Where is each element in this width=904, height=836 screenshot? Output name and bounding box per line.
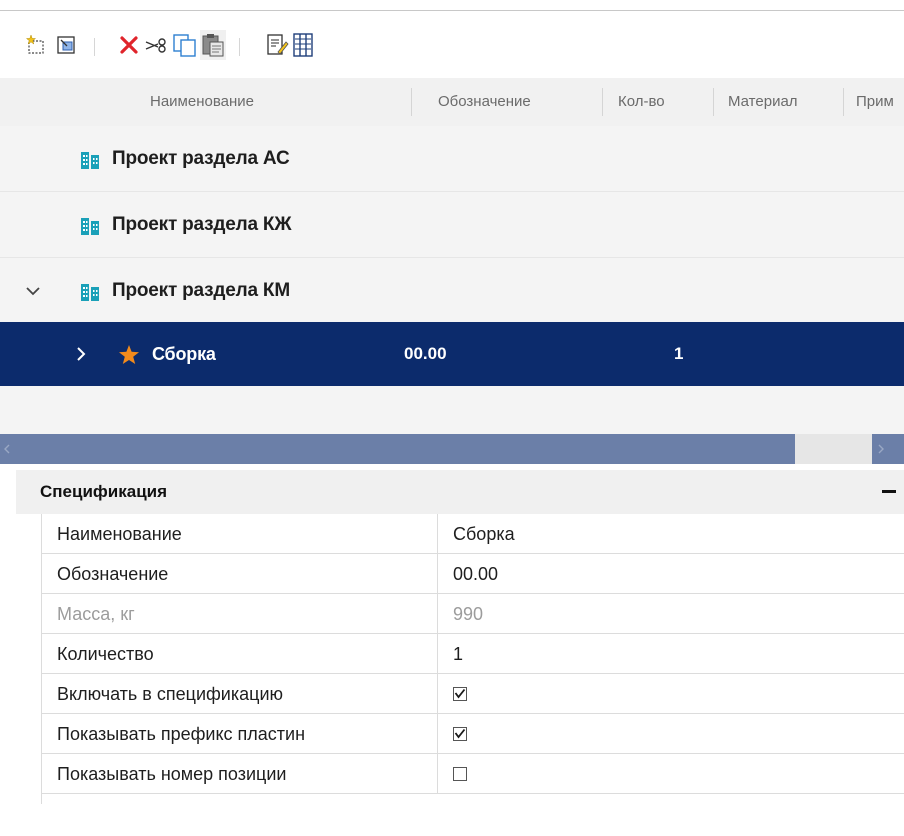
- property-row-include-in-spec[interactable]: Включать в спецификацию: [41, 674, 904, 714]
- toolbar-separator: [94, 38, 95, 56]
- column-quantity-header[interactable]: Кол-во: [618, 78, 665, 126]
- grid-column-divider: [437, 594, 438, 634]
- grid-column-divider: [437, 514, 438, 554]
- tree-row-label: Проект раздела АС: [112, 148, 290, 169]
- property-row-name[interactable]: Наименование Сборка: [41, 514, 904, 554]
- column-header: Наименование Обозначение Кол-во Материал…: [0, 78, 904, 126]
- property-label: Показывать номер позиции: [57, 764, 287, 784]
- property-label: Наименование: [57, 524, 182, 544]
- tree-row-assembly[interactable]: Сборка 00.00 1: [0, 322, 904, 386]
- quantity-cell: 1: [674, 344, 684, 363]
- column-name-header[interactable]: Наименование: [150, 78, 254, 126]
- show-plate-prefix-checkbox[interactable]: [453, 727, 467, 741]
- checkmark-icon: [454, 728, 466, 739]
- tree-row-project-as[interactable]: Проект раздела АС: [0, 126, 904, 192]
- tree-empty-area: [0, 386, 904, 434]
- building-icon: [81, 284, 99, 301]
- property-value: 990: [453, 604, 484, 624]
- show-position-number-checkbox[interactable]: [453, 767, 467, 781]
- delete-button[interactable]: [116, 30, 142, 60]
- property-row-quantity[interactable]: Количество 1: [41, 634, 904, 674]
- property-row-mass: Масса, кг 990: [41, 594, 904, 634]
- property-label: Масса, кг: [57, 604, 135, 624]
- property-label: Показывать префикс пластин: [57, 724, 306, 744]
- edit-doc-icon: [267, 34, 289, 55]
- property-row-show-plate-prefix[interactable]: Показывать префикс пластин: [41, 714, 904, 754]
- building-icon: [81, 218, 99, 235]
- column-resize-handle[interactable]: [713, 88, 714, 116]
- column-resize-handle[interactable]: [843, 88, 844, 116]
- include-in-spec-checkbox[interactable]: [453, 687, 467, 701]
- grid-column-divider: [437, 674, 438, 714]
- column-resize-handle[interactable]: [411, 88, 412, 116]
- property-grid: Наименование Сборка Обозначение 00.00 Ма…: [41, 514, 904, 804]
- toolbar: [24, 30, 884, 64]
- copy-icon: [173, 34, 196, 57]
- tree-row-label: Проект раздела КМ: [112, 280, 290, 301]
- property-label: Обозначение: [57, 564, 169, 584]
- column-material-header[interactable]: Материал: [728, 78, 798, 126]
- building-icon: [81, 152, 99, 169]
- red-x-icon: [120, 36, 138, 54]
- cut-button[interactable]: [144, 30, 170, 60]
- tree-row-label: Сборка: [152, 344, 216, 364]
- property-value[interactable]: 00.00: [453, 554, 498, 594]
- property-value[interactable]: Сборка: [453, 514, 515, 554]
- star-icon: [119, 345, 139, 364]
- insert-button[interactable]: [54, 30, 80, 60]
- designation-cell: 00.00: [404, 344, 447, 363]
- arrow-left-icon[interactable]: [2, 443, 12, 455]
- property-label: Включать в спецификацию: [57, 684, 284, 704]
- tree-row-project-kzh[interactable]: Проект раздела КЖ: [0, 192, 904, 258]
- grid-column-divider: [437, 754, 438, 794]
- window-top-border: [0, 10, 904, 11]
- grid-column-divider: [437, 554, 438, 594]
- property-label: Количество: [57, 644, 154, 664]
- edit-properties-button[interactable]: [264, 30, 290, 60]
- scissors-icon: [145, 38, 166, 53]
- horizontal-scrollbar[interactable]: [0, 434, 904, 464]
- arrow-right-icon: [878, 444, 884, 454]
- property-row-show-position-number[interactable]: Показывать номер позиции: [41, 754, 904, 794]
- chevron-right-icon[interactable]: [70, 343, 92, 365]
- column-note-header[interactable]: Прим: [856, 78, 904, 126]
- paste-button[interactable]: [200, 30, 226, 60]
- tree-row-label: Проект раздела КЖ: [112, 214, 292, 235]
- property-value[interactable]: 1: [453, 634, 463, 674]
- collapse-minus-icon[interactable]: [882, 490, 896, 493]
- tree-row-project-km[interactable]: Проект раздела КМ: [0, 258, 904, 324]
- column-resize-handle[interactable]: [602, 88, 603, 116]
- scrollbar-thumb[interactable]: [0, 434, 795, 464]
- chevron-down-icon[interactable]: [22, 280, 44, 302]
- new-element-button[interactable]: [24, 30, 50, 60]
- copy-button[interactable]: [172, 30, 198, 60]
- grid-column-divider: [437, 634, 438, 674]
- columns-icon: [293, 33, 313, 57]
- scroll-right-button[interactable]: [872, 434, 904, 464]
- new-star-icon: [25, 34, 44, 54]
- checkmark-icon: [454, 688, 466, 699]
- spec-section-title: Спецификация: [40, 482, 168, 501]
- spec-section-header[interactable]: Спецификация: [16, 470, 904, 514]
- paste-icon: [202, 34, 224, 57]
- insert-frame-icon: [57, 36, 75, 54]
- property-row-designation[interactable]: Обозначение 00.00: [41, 554, 904, 594]
- column-designation-header[interactable]: Обозначение: [438, 78, 531, 126]
- grid-column-divider: [437, 714, 438, 754]
- columns-button[interactable]: [290, 30, 316, 60]
- toolbar-separator: [239, 38, 240, 56]
